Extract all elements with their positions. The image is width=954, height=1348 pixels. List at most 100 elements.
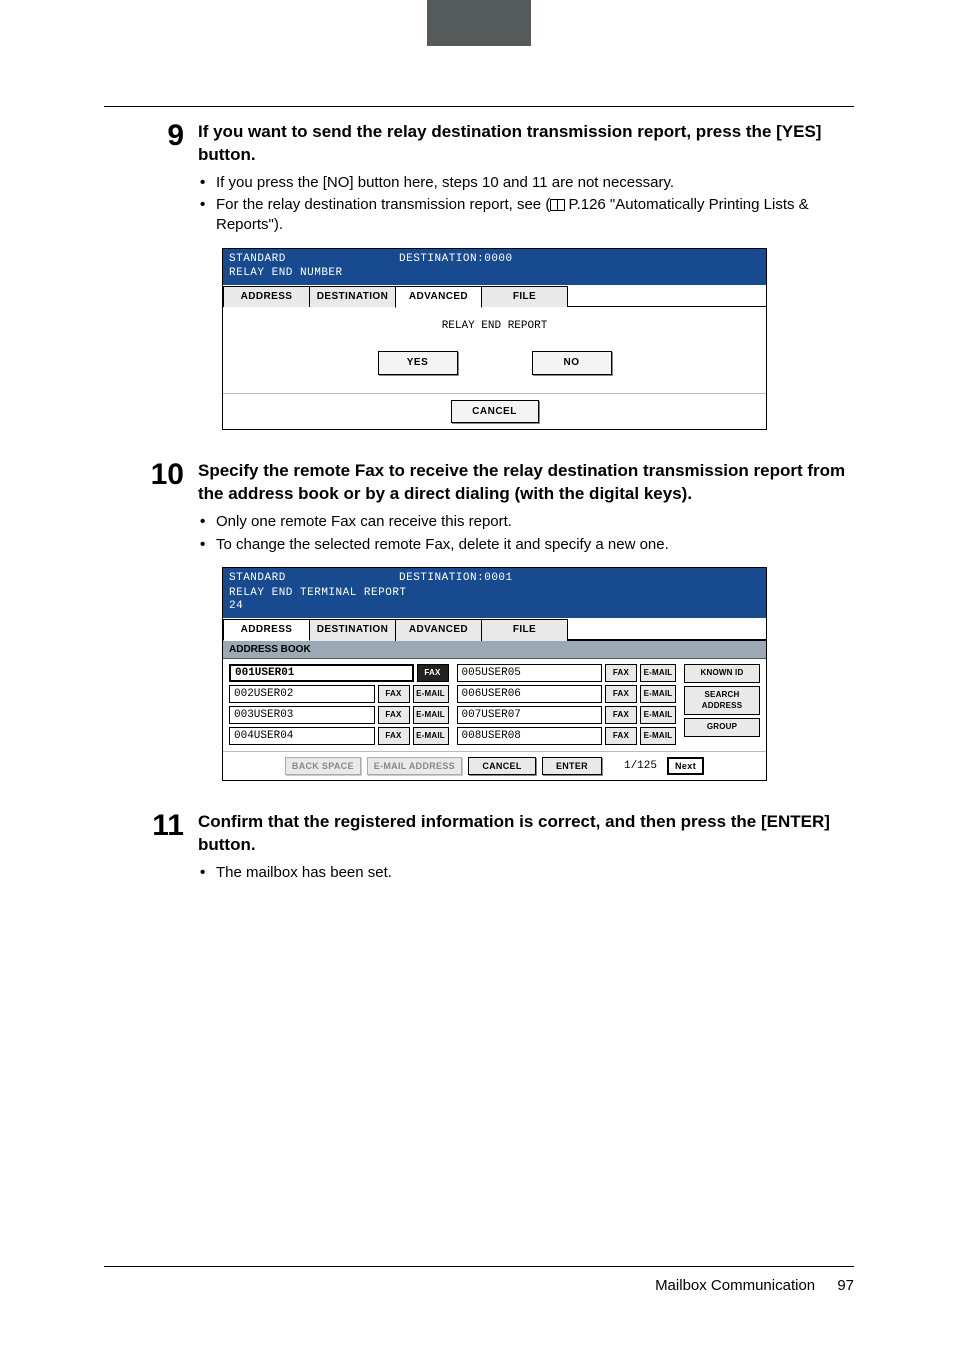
step-body: Confirm that the registered information …	[198, 811, 854, 895]
address-row[interactable]: 007USER07 FAX E-MAIL	[457, 706, 677, 724]
step-number: 11	[104, 811, 198, 895]
fax-tag[interactable]: FAX	[417, 664, 449, 682]
address-entry[interactable]: 005USER05	[457, 664, 603, 682]
fax-tag[interactable]: FAX	[378, 706, 410, 724]
address-row[interactable]: 008USER08 FAX E-MAIL	[457, 727, 677, 745]
fax-tabs: ADDRESS DESTINATION ADVANCED FILE	[223, 285, 766, 307]
fax-tag[interactable]: FAX	[605, 727, 637, 745]
tab-advanced[interactable]: ADVANCED	[395, 619, 482, 641]
email-tag[interactable]: E-MAIL	[640, 727, 676, 745]
fax-header-mode: STANDARD	[229, 253, 399, 267]
address-left-column: 001USER01 FAX 002USER02 FAX E-MAIL	[229, 664, 449, 748]
address-row[interactable]: 001USER01 FAX	[229, 664, 449, 682]
fax-tag[interactable]: FAX	[605, 685, 637, 703]
email-tag[interactable]: E-MAIL	[413, 706, 449, 724]
cancel-row: CANCEL	[223, 393, 766, 430]
address-row[interactable]: 004USER04 FAX E-MAIL	[229, 727, 449, 745]
address-entry[interactable]: 001USER01	[229, 664, 414, 682]
address-book-body: 001USER01 FAX 002USER02 FAX E-MAIL	[223, 659, 766, 751]
address-right-column: 005USER05 FAX E-MAIL 006USER06 FAX E-MAI…	[457, 664, 677, 748]
fax-tag[interactable]: FAX	[605, 706, 637, 724]
address-book-header: ADDRESS BOOK	[223, 640, 766, 660]
fax-panel-body: RELAY END REPORT YES NO	[223, 307, 766, 393]
fax-header-subtitle: RELAY END TERMINAL REPORT	[229, 587, 760, 601]
tab-advanced[interactable]: ADVANCED	[395, 286, 482, 308]
tab-file[interactable]: FILE	[481, 286, 568, 308]
step-number: 9	[104, 121, 198, 436]
fax-header: STANDARD DESTINATION:0001 RELAY END TERM…	[223, 568, 766, 618]
address-row[interactable]: 006USER06 FAX E-MAIL	[457, 685, 677, 703]
bullet-item: Only one remote Fax can receive this rep…	[198, 512, 854, 532]
address-row[interactable]: 005USER05 FAX E-MAIL	[457, 664, 677, 682]
email-address-button[interactable]: E-MAIL ADDRESS	[367, 757, 462, 775]
step-title: Specify the remote Fax to receive the re…	[198, 460, 854, 506]
address-entry[interactable]: 002USER02	[229, 685, 375, 703]
email-tag[interactable]: E-MAIL	[413, 685, 449, 703]
yes-no-row: YES NO	[231, 351, 758, 375]
group-button[interactable]: GROUP	[684, 718, 760, 737]
fax-header-destination: DESTINATION:0000	[399, 253, 513, 267]
tab-address[interactable]: ADDRESS	[223, 286, 310, 308]
step-9: 9 If you want to send the relay destinat…	[104, 121, 854, 436]
known-id-button[interactable]: KNOWN ID	[684, 664, 760, 683]
address-row[interactable]: 002USER02 FAX E-MAIL	[229, 685, 449, 703]
fax-header-subtitle2: 24	[229, 600, 760, 614]
tab-file[interactable]: FILE	[481, 619, 568, 641]
header-rule	[104, 106, 854, 107]
cancel-button[interactable]: CANCEL	[451, 400, 539, 424]
cancel-button[interactable]: CANCEL	[468, 757, 536, 775]
step-bullets: The mailbox has been set.	[198, 863, 854, 883]
book-icon	[550, 199, 564, 210]
address-side-buttons: KNOWN ID SEARCH ADDRESS GROUP	[684, 664, 760, 748]
step-body: Specify the remote Fax to receive the re…	[198, 460, 854, 787]
bullet-item: The mailbox has been set.	[198, 863, 854, 883]
address-row[interactable]: 003USER03 FAX E-MAIL	[229, 706, 449, 724]
bullet-item: To change the selected remote Fax, delet…	[198, 535, 854, 555]
fax-panel-screenshot-1: STANDARD DESTINATION:0000 RELAY END NUMB…	[222, 248, 767, 431]
fax-header-subtitle: RELAY END NUMBER	[229, 267, 760, 281]
email-tag[interactable]: E-MAIL	[640, 685, 676, 703]
step-title: If you want to send the relay destinatio…	[198, 121, 854, 167]
step-body: If you want to send the relay destinatio…	[198, 121, 854, 436]
fax-header: STANDARD DESTINATION:0000 RELAY END NUMB…	[223, 249, 766, 286]
backspace-button[interactable]: BACK SPACE	[285, 757, 361, 775]
step-10: 10 Specify the remote Fax to receive the…	[104, 460, 854, 787]
next-button[interactable]: Next	[667, 757, 704, 775]
page-footer: Mailbox Communication 97	[104, 1266, 854, 1294]
step-bullets: Only one remote Fax can receive this rep…	[198, 512, 854, 555]
address-entry[interactable]: 007USER07	[457, 706, 603, 724]
tab-address[interactable]: ADDRESS	[223, 619, 310, 641]
enter-button[interactable]: ENTER	[542, 757, 602, 775]
step-11: 11 Confirm that the registered informati…	[104, 811, 854, 895]
email-tag[interactable]: E-MAIL	[640, 706, 676, 724]
email-tag[interactable]: E-MAIL	[640, 664, 676, 682]
step-bullets: If you press the [NO] button here, steps…	[198, 173, 854, 236]
relay-end-report-label: RELAY END REPORT	[231, 319, 758, 334]
fax-header-mode: STANDARD	[229, 572, 399, 586]
fax-panel-screenshot-2: STANDARD DESTINATION:0001 RELAY END TERM…	[222, 567, 767, 781]
footer-page-number: 97	[837, 1277, 854, 1294]
page-indicator: 1/125	[624, 759, 657, 774]
fax-tag[interactable]: FAX	[605, 664, 637, 682]
address-entry[interactable]: 004USER04	[229, 727, 375, 745]
address-bottom-row: BACK SPACE E-MAIL ADDRESS CANCEL ENTER 1…	[223, 751, 766, 780]
tab-destination[interactable]: DESTINATION	[309, 619, 396, 641]
page-header-tab	[427, 0, 531, 46]
bullet-item: If you press the [NO] button here, steps…	[198, 173, 854, 193]
fax-tag[interactable]: FAX	[378, 685, 410, 703]
fax-tag[interactable]: FAX	[378, 727, 410, 745]
fax-header-destination: DESTINATION:0001	[399, 572, 513, 586]
no-button[interactable]: NO	[532, 351, 612, 375]
step-number: 10	[104, 460, 198, 787]
step-title: Confirm that the registered information …	[198, 811, 854, 857]
page-content: 9 If you want to send the relay destinat…	[104, 106, 854, 919]
tab-destination[interactable]: DESTINATION	[309, 286, 396, 308]
bullet-item: For the relay destination transmission r…	[198, 195, 854, 236]
address-entry[interactable]: 006USER06	[457, 685, 603, 703]
address-entry[interactable]: 003USER03	[229, 706, 375, 724]
email-tag[interactable]: E-MAIL	[413, 727, 449, 745]
search-address-button[interactable]: SEARCH ADDRESS	[684, 686, 760, 716]
footer-section: Mailbox Communication	[655, 1277, 815, 1294]
yes-button[interactable]: YES	[378, 351, 458, 375]
address-entry[interactable]: 008USER08	[457, 727, 603, 745]
